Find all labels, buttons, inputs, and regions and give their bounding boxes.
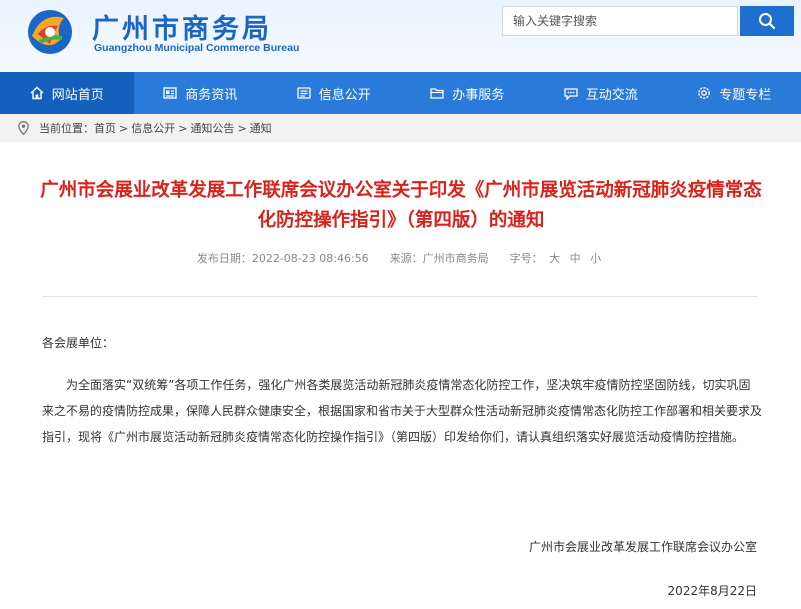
nav-item-label: 专题专栏 <box>719 87 772 103</box>
signature: 广州市会展业改革发展工作联席会议办公室 <box>528 540 757 554</box>
site-header: 广州市商务局 Guangzhou Municipal Commerce Bure… <box>0 0 801 72</box>
meta-divider <box>42 296 758 297</box>
breadcrumb: 当前位置： 首页 > 信息公开 > 通知公告 > 通知 <box>0 114 801 142</box>
font-size-label: 字号： <box>509 252 543 265</box>
nav-item-label: 办事服务 <box>452 87 505 103</box>
search-icon <box>759 13 776 30</box>
nav-item-special-topics[interactable]: 专题专栏 <box>668 72 801 114</box>
font-size-large-button[interactable]: 大 <box>549 252 560 265</box>
publish-date: 2022-08-23 08:46:56 <box>251 252 369 265</box>
nav-item-label: 商务资讯 <box>185 87 238 103</box>
info-icon <box>297 87 311 99</box>
chat-icon <box>564 87 578 100</box>
news-icon <box>163 87 177 99</box>
nav-item-home[interactable]: 网站首页 <box>0 72 134 114</box>
nav-item-info-disclosure[interactable]: 信息公开 <box>267 72 401 114</box>
location-pin-icon <box>18 121 29 135</box>
search-input[interactable] <box>502 6 738 36</box>
breadcrumb-info-disclosure[interactable]: 信息公开 <box>131 120 175 136</box>
home-icon <box>30 86 44 100</box>
breadcrumb-announcements[interactable]: 通知公告 <box>190 120 234 136</box>
article-title: 广州市会展业改革发展工作联席会议办公室关于印发《广州市展览活动新冠肺炎疫情常态化… <box>40 180 762 231</box>
publish-date-label: 发布日期： <box>196 252 252 265</box>
breadcrumb-separator: > <box>178 121 188 135</box>
font-size-small-button[interactable]: 小 <box>590 252 601 265</box>
site-title[interactable]: 广州市商务局 <box>92 7 272 46</box>
nav-item-services[interactable]: 办事服务 <box>401 72 535 114</box>
breadcrumb-prefix: 当前位置： <box>39 122 94 135</box>
article-meta: 发布日期：2022-08-23 08:46:56 来源：广州市商务局 字号： 大… <box>0 250 801 266</box>
gear-icon <box>698 87 711 99</box>
main-nav: 网站首页 商务资讯 信息公开 办事服务 互动交流 专题专栏 <box>0 72 801 114</box>
breadcrumb-notice[interactable]: 通知 <box>250 120 272 136</box>
nav-item-label: 互动交流 <box>585 87 638 103</box>
nav-item-label: 信息公开 <box>318 87 371 103</box>
breadcrumb-separator: > <box>119 121 129 135</box>
folder-icon <box>430 88 444 99</box>
font-size-medium-button[interactable]: 中 <box>570 252 581 265</box>
search-button[interactable] <box>740 6 794 36</box>
source-label: 来源： <box>389 252 423 265</box>
nav-item-news[interactable]: 商务资讯 <box>134 72 268 114</box>
breadcrumb-separator: > <box>237 121 247 135</box>
source-value: 广州市商务局 <box>422 252 489 265</box>
salutation: 各会展单位： <box>42 336 115 350</box>
nav-item-label: 网站首页 <box>51 87 104 103</box>
site-subtitle: Guangzhou Municipal Commerce Bureau <box>94 42 300 54</box>
commerce-bureau-logo-icon[interactable] <box>20 6 80 58</box>
nav-item-interaction[interactable]: 互动交流 <box>534 72 668 114</box>
breadcrumb-home[interactable]: 首页 <box>94 120 116 136</box>
article-paragraph: 为全面落实“双统筹”各项工作任务，强化广州各类展览活动新冠肺炎疫情常态化防控工作… <box>42 378 763 444</box>
document-date: 2022年8月22日 <box>667 584 757 598</box>
